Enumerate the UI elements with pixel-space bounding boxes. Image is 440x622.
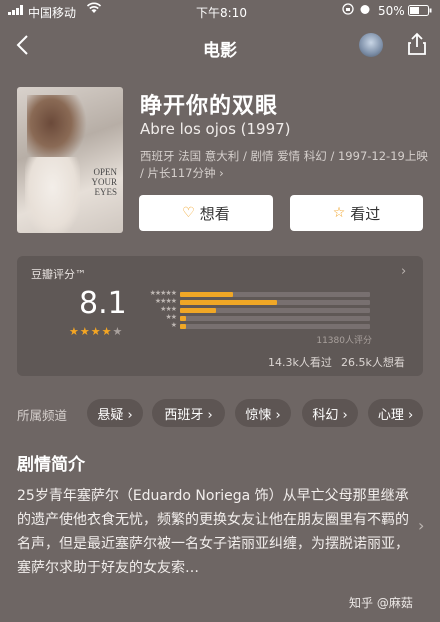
wifi-icon	[86, 2, 102, 17]
status-time: 下午8:10	[196, 6, 247, 20]
battery-percent: 50%	[378, 4, 405, 18]
seen-count: 14.3k人看过	[268, 356, 332, 369]
signal-icon	[8, 4, 24, 18]
share-button[interactable]	[406, 32, 428, 60]
star-icon: ☆	[332, 205, 346, 221]
want-label: 想看	[199, 204, 230, 223]
lock-rotation-icon	[342, 3, 354, 18]
tag-scifi[interactable]: 科幻 ›	[302, 399, 358, 427]
tag-thriller[interactable]: 惊悚 ›	[235, 399, 291, 427]
tag-spain[interactable]: 西班牙 ›	[152, 399, 225, 427]
watched-button[interactable]: ☆ 看过	[290, 195, 423, 231]
synopsis-expand-icon[interactable]: ›	[418, 516, 424, 535]
battery-icon	[408, 5, 432, 19]
status-bar: 中国移动 下午8:10 50%	[0, 0, 440, 22]
movie-poster[interactable]: OPEN YOUR EYES	[17, 87, 123, 233]
tag-psychology[interactable]: 心理 ›	[368, 399, 423, 427]
want-count: 26.5k人想看	[341, 356, 405, 369]
synopsis-text[interactable]: 25岁青年塞萨尔（Eduardo Noriega 饰）从早亡父母那里继承的遗产使…	[17, 484, 412, 580]
movie-meta[interactable]: 西班牙 法国 意大利 / 剧情 爱情 科幻 / 1997-12-19上映 / 片…	[140, 148, 430, 182]
watermark: 知乎 @麻菇	[349, 596, 413, 610]
alarm-icon	[359, 3, 371, 18]
seen-label: 看过	[350, 204, 381, 223]
rating-bar-1: ★	[138, 321, 378, 330]
rating-count: 11380人评分	[316, 336, 372, 346]
avatar[interactable]	[359, 33, 383, 57]
chevron-right-icon: ›	[401, 264, 407, 279]
poster-title-text: OPEN YOUR EYES	[91, 167, 117, 197]
want-to-watch-button[interactable]: ♡ 想看	[139, 195, 273, 231]
tag-suspense[interactable]: 悬疑 ›	[87, 399, 143, 427]
synopsis-title: 剧情简介	[17, 455, 85, 475]
heart-add-icon: ♡	[182, 205, 195, 221]
rating-label: 豆瓣评分™	[31, 268, 86, 281]
rating-score: 8.1	[79, 286, 127, 321]
carrier-label: 中国移动	[28, 6, 77, 20]
movie-title: 睁开你的双眼	[140, 94, 279, 119]
share-icon	[408, 32, 426, 55]
rating-stars: ★★★★★	[69, 325, 124, 338]
original-title: Abre los ojos (1997)	[140, 120, 291, 138]
channel-label: 所属频道	[17, 408, 68, 423]
